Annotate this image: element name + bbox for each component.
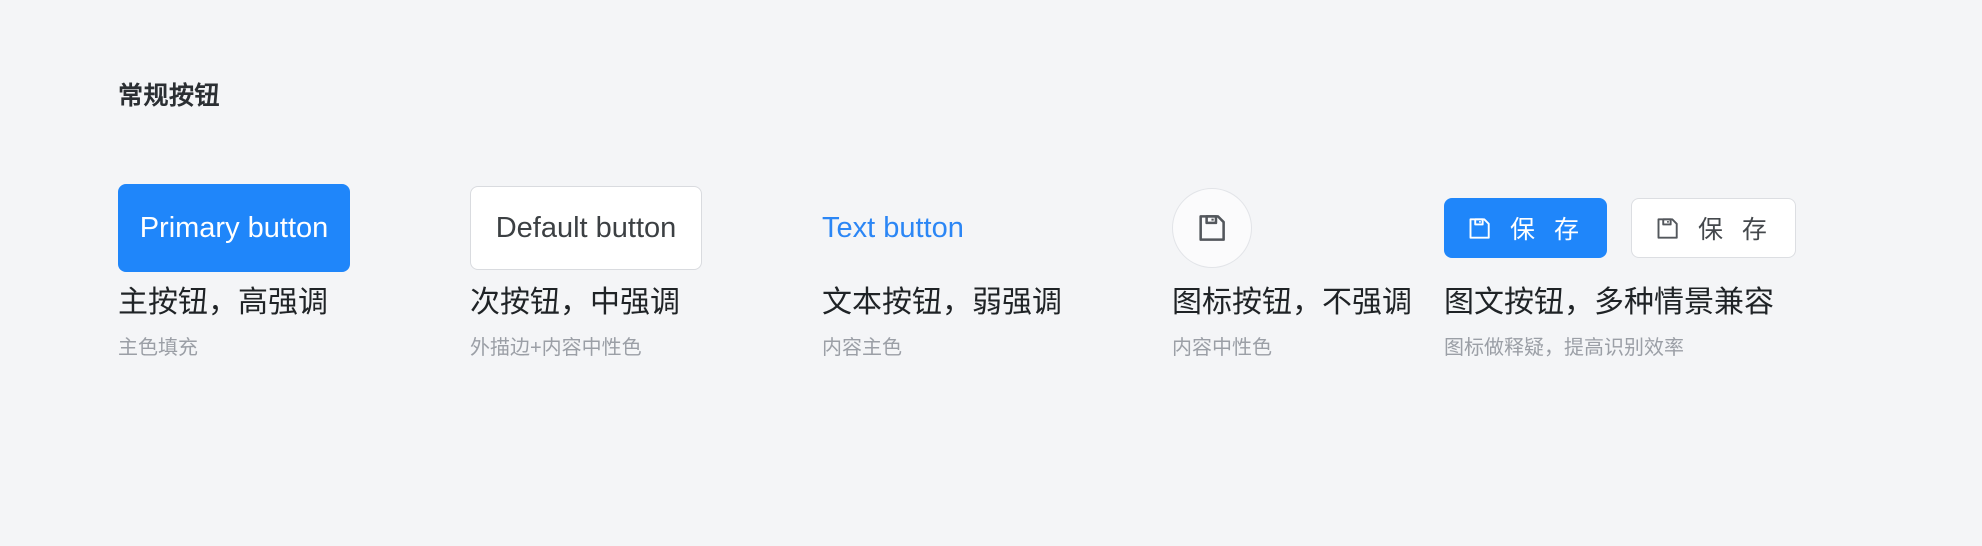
- control-area-icon-text: 保 存 保 存: [1444, 180, 1944, 276]
- caption-primary: 主按钮，高强调 主色填充: [118, 284, 328, 361]
- save-button-default[interactable]: 保 存: [1630, 198, 1796, 258]
- caption-main-text: 文本按钮，弱强调: [822, 286, 1062, 319]
- save-floppy-icon: [1654, 215, 1681, 242]
- button-variants-row: Primary button 主按钮，高强调 主色填充 Default butt…: [118, 180, 1938, 420]
- page-title: 常规按钮: [118, 82, 221, 110]
- caption-main-primary: 主按钮，高强调: [118, 286, 328, 319]
- caption-text: 文本按钮，弱强调 内容主色: [822, 284, 1062, 361]
- save-floppy-icon: [1466, 215, 1493, 242]
- caption-sub-default: 外描边+内容中性色: [470, 336, 642, 359]
- save-button-primary[interactable]: 保 存: [1444, 198, 1607, 258]
- caption-sub-primary: 主色填充: [118, 336, 198, 359]
- variant-column-icon-text: 保 存 保 存 图文按钮，多种情景兼容 图标做释疑，提高识别效率: [1444, 180, 1944, 420]
- caption-main-icon-text: 图文按钮，多种情景兼容: [1444, 286, 1774, 319]
- variant-column-text: Text button 文本按钮，弱强调 内容主色: [822, 180, 1162, 420]
- caption-main-icon: 图标按钮，不强调: [1172, 286, 1412, 319]
- caption-sub-icon-text: 图标做释疑，提高识别效率: [1444, 336, 1684, 359]
- control-area-text: Text button: [822, 180, 1162, 276]
- save-floppy-icon: [1195, 211, 1229, 245]
- save-button-primary-label: 保 存: [1510, 216, 1585, 244]
- control-area-primary: Primary button: [118, 180, 458, 276]
- save-button-default-label: 保 存: [1697, 216, 1773, 244]
- caption-main-default: 次按钮，中强调: [470, 286, 680, 319]
- default-button[interactable]: Default button: [470, 186, 702, 270]
- button-showcase-page: 常规按钮 Primary button 主按钮，高强调 主色填充 Default…: [0, 0, 1982, 546]
- caption-default: 次按钮，中强调 外描边+内容中性色: [470, 284, 680, 361]
- caption-sub-text: 内容主色: [822, 336, 902, 359]
- text-button[interactable]: Text button: [822, 198, 964, 258]
- icon-button[interactable]: [1172, 188, 1252, 268]
- variant-column-default: Default button 次按钮，中强调 外描边+内容中性色: [470, 180, 810, 420]
- caption-icon-text: 图文按钮，多种情景兼容 图标做释疑，提高识别效率: [1444, 284, 1774, 361]
- variant-column-primary: Primary button 主按钮，高强调 主色填充: [118, 180, 458, 420]
- caption-sub-icon: 内容中性色: [1172, 336, 1272, 359]
- caption-icon: 图标按钮，不强调 内容中性色: [1172, 284, 1412, 361]
- icon-text-button-pair: 保 存 保 存: [1444, 198, 1796, 258]
- primary-button[interactable]: Primary button: [118, 184, 350, 272]
- control-area-default: Default button: [470, 180, 810, 276]
